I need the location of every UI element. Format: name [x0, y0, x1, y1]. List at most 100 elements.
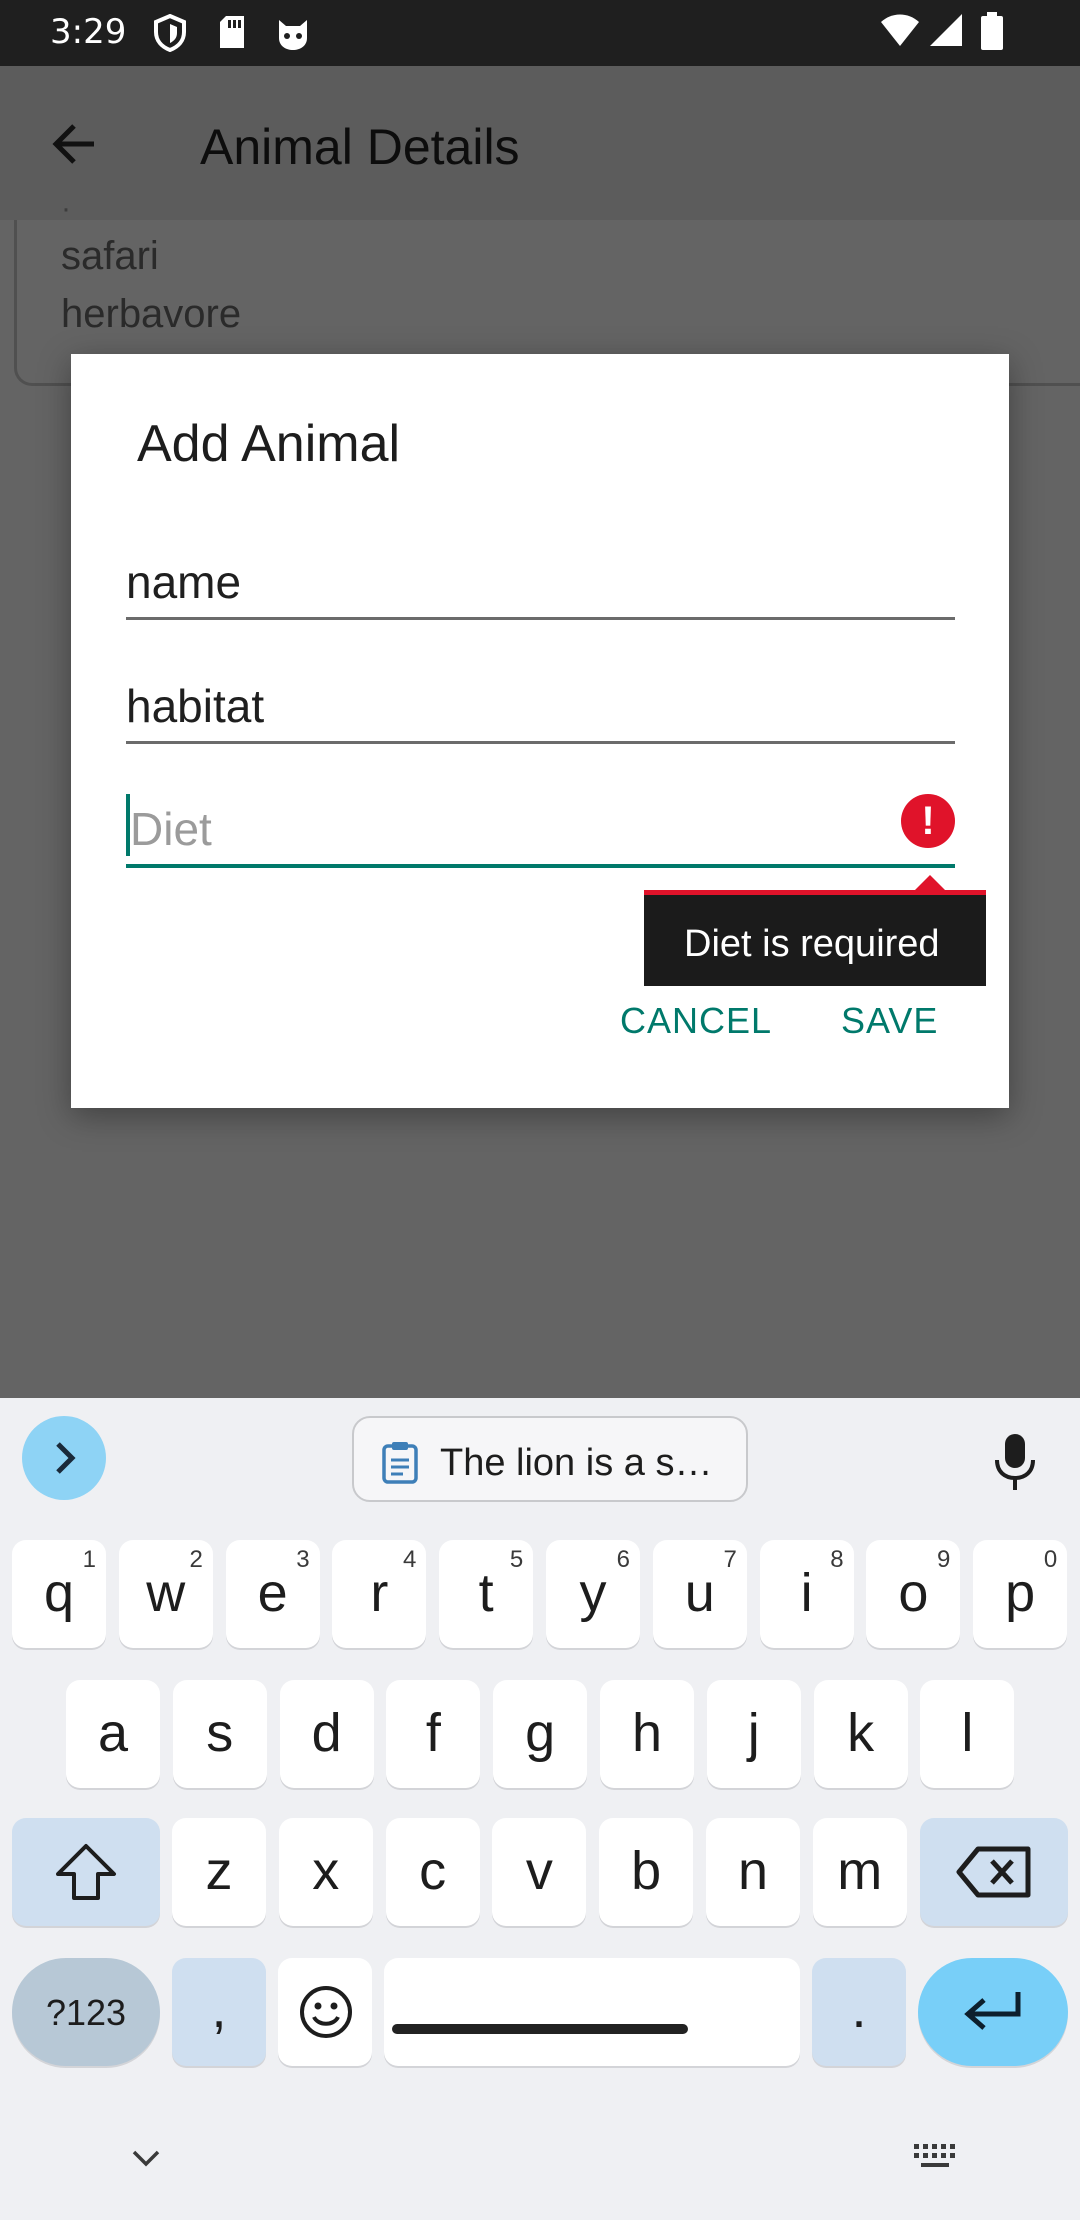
key-label: a [97, 1703, 129, 1763]
period-key[interactable]: . [812, 1958, 906, 2066]
shift-key[interactable] [12, 1818, 160, 1926]
key-o[interactable]: o9 [866, 1540, 961, 1648]
key-y[interactable]: y6 [546, 1540, 640, 1648]
keyboard-switch-icon[interactable] [912, 2142, 958, 2172]
key-k[interactable]: k [813, 1680, 908, 1788]
key-r[interactable]: r4 [332, 1540, 427, 1648]
hide-keyboard-chevron-icon[interactable] [128, 2146, 164, 2170]
diet-field[interactable]: Diet ! [126, 772, 955, 868]
name-field-value: name [126, 556, 242, 608]
key-number-hint: 1 [82, 1546, 96, 1573]
tooltip-arrow [914, 875, 946, 891]
error-icon[interactable]: ! [901, 794, 955, 848]
clipboard-text: The lion is a s… [440, 1442, 713, 1484]
key-number-hint: 3 [296, 1546, 310, 1573]
key-number-hint: 8 [830, 1546, 844, 1573]
enter-key[interactable] [918, 1958, 1068, 2066]
symbols-key[interactable]: ?123 [12, 1958, 160, 2066]
microphone-icon[interactable] [990, 1432, 1040, 1492]
error-tooltip: Diet is required [644, 875, 986, 986]
key-label: f [425, 1703, 441, 1763]
status-time: 3:29 [50, 12, 127, 52]
key-number-hint: 6 [616, 1546, 630, 1573]
key-label: s [206, 1703, 234, 1763]
key-u[interactable]: u7 [652, 1540, 747, 1648]
key-label: k [847, 1703, 875, 1763]
key-label: d [311, 1703, 342, 1763]
key-label: c [419, 1841, 447, 1901]
key-label: l [961, 1703, 974, 1763]
expand-toolbar-button[interactable] [22, 1416, 106, 1500]
key-label: j [747, 1703, 760, 1763]
gesture-nav-handle[interactable] [392, 2024, 688, 2034]
page-title: Animal Details [200, 119, 520, 175]
period-key-label: . [851, 1979, 867, 2039]
cancel-button[interactable]: CANCEL [620, 1000, 772, 1042]
chevron-right-icon [56, 1442, 76, 1474]
backspace-key[interactable] [920, 1818, 1068, 1926]
key-label: n [737, 1841, 769, 1901]
habitat-field[interactable]: habitat [126, 648, 955, 744]
comma-key[interactable]: , [172, 1958, 266, 2066]
key-b[interactable]: b [599, 1818, 694, 1926]
status-bar: 3:29 [0, 0, 1080, 66]
key-label: h [631, 1703, 663, 1763]
key-z[interactable]: z [172, 1818, 266, 1926]
arrow-left-icon[interactable] [44, 114, 104, 174]
key-number-hint: 9 [937, 1546, 951, 1573]
diet-field-placeholder: Diet [130, 803, 212, 855]
cat-icon [279, 20, 307, 50]
key-q[interactable]: q1 [12, 1540, 106, 1648]
app-bar: Animal Details [0, 66, 1080, 220]
key-m[interactable]: m [812, 1818, 907, 1926]
key-c[interactable]: c [385, 1818, 480, 1926]
key-g[interactable]: g [493, 1680, 588, 1788]
key-s[interactable]: s [172, 1680, 267, 1788]
key-v[interactable]: v [492, 1818, 587, 1926]
wifi-icon [881, 14, 919, 46]
backspace-icon [956, 1846, 1031, 1898]
key-h[interactable]: h [600, 1680, 694, 1788]
symbols-key-label: ?123 [45, 1992, 127, 2033]
signal-icon [930, 14, 962, 46]
soft-keyboard: The lion is a s… ?123 , . q 1 w 2 e 3 r … [0, 1398, 1080, 2220]
key-label: z [205, 1841, 233, 1901]
key-n[interactable]: n [706, 1818, 800, 1926]
key-e[interactable]: e3 [225, 1540, 320, 1648]
key-j[interactable]: j [706, 1680, 801, 1788]
comma-key-label: , [211, 1979, 227, 2039]
card-habitat-text: safari [61, 234, 159, 278]
emoji-key[interactable] [278, 1958, 372, 2066]
key-number-hint: 7 [723, 1546, 737, 1573]
key-label: b [631, 1841, 662, 1901]
error-tooltip-text: Diet is required [684, 923, 940, 965]
key-label: m [837, 1841, 883, 1901]
emoji-icon [300, 1986, 352, 2038]
key-a[interactable]: a [66, 1680, 160, 1788]
key-w[interactable]: w2 [118, 1540, 213, 1648]
key-number-hint: 5 [509, 1546, 524, 1573]
clipboard-icon [382, 1442, 418, 1484]
key-number-hint: 0 [1043, 1546, 1058, 1573]
clipboard-suggestion[interactable]: The lion is a s… [352, 1416, 748, 1502]
key-label: v [525, 1841, 553, 1901]
habitat-field-value: habitat [126, 680, 265, 732]
battery-icon [981, 12, 1003, 50]
shift-icon [56, 1844, 116, 1900]
card-diet-text: herbavore [61, 292, 242, 336]
key-label: x [312, 1841, 340, 1901]
sd-card-icon [220, 16, 244, 48]
key-f[interactable]: f [386, 1680, 481, 1788]
enter-icon [964, 1992, 1021, 2030]
key-i[interactable]: i8 [759, 1540, 854, 1648]
key-number-hint: 4 [403, 1546, 417, 1573]
key-p[interactable]: p0 [973, 1540, 1068, 1648]
key-l[interactable]: l [920, 1680, 1015, 1788]
save-button[interactable]: SAVE [841, 1000, 938, 1042]
key-t[interactable]: t5 [439, 1540, 534, 1648]
key-x[interactable]: x [278, 1818, 373, 1926]
key-number-hint: 2 [189, 1546, 203, 1573]
key-d[interactable]: d [279, 1680, 374, 1788]
space-key[interactable] [384, 1958, 800, 2066]
name-field[interactable]: name [126, 524, 955, 620]
